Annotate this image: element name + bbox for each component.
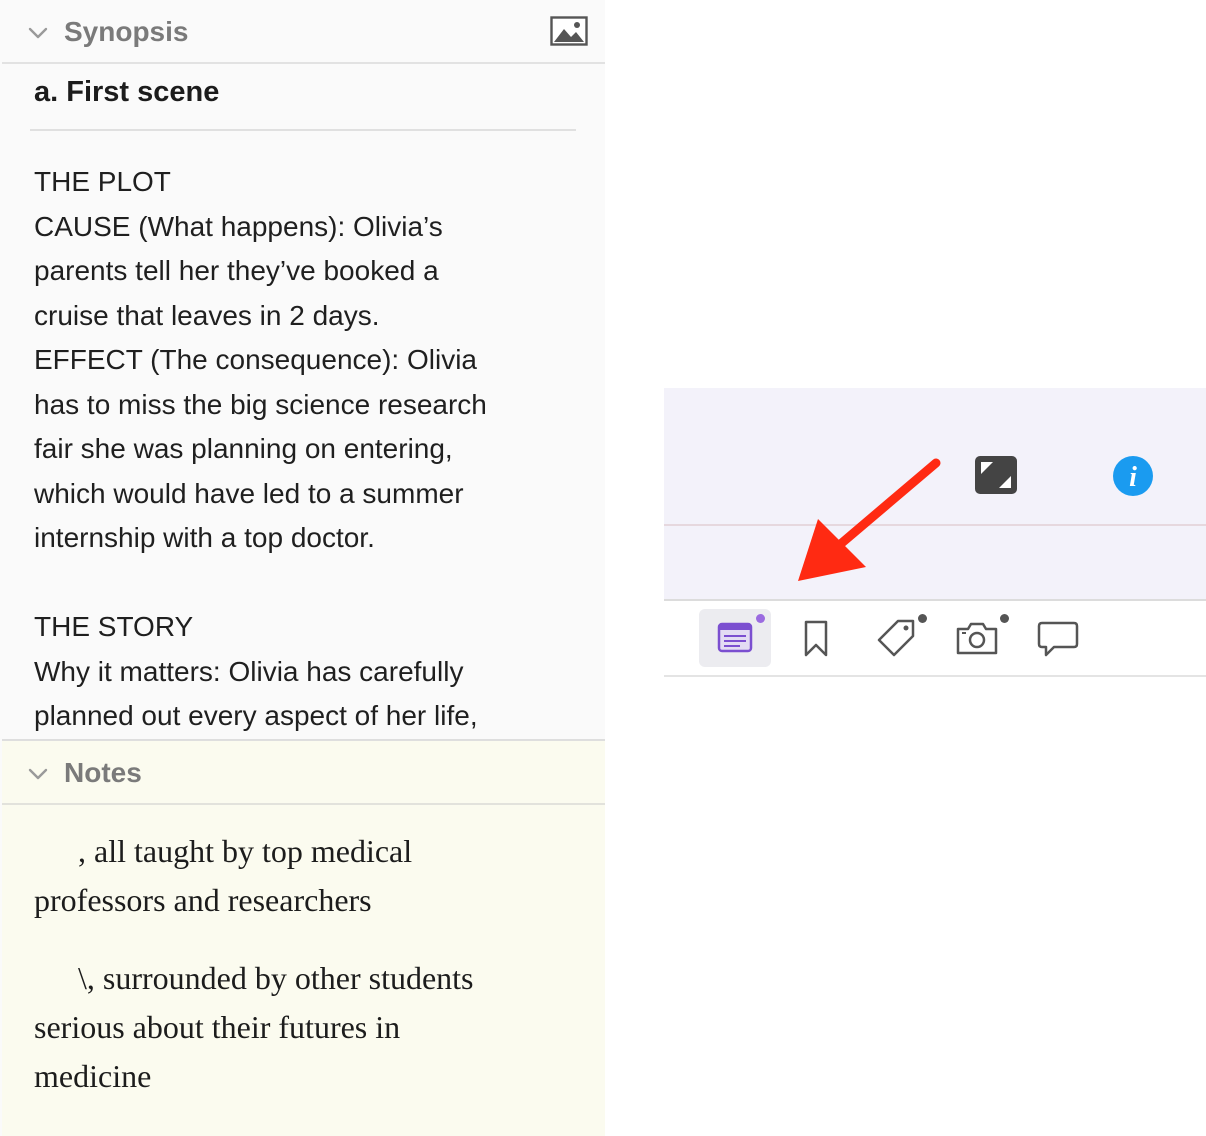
synopsis-line: THE PLOT	[34, 166, 171, 197]
tab-snapshots[interactable]	[941, 609, 1013, 667]
notes-line: medicine	[34, 1058, 152, 1094]
synopsis-line: cruise that leaves in 2 days.	[34, 299, 380, 331]
synopsis-text[interactable]: THE PLOT CAUSE (What happens): Olivia’s pa…	[34, 160, 594, 739]
synopsis-line: which would have led to a summer	[34, 477, 464, 509]
indicator-dot	[756, 614, 765, 623]
chevron-down-icon[interactable]	[27, 22, 49, 44]
synopsis-line: Why it matters: Olivia has carefully	[34, 655, 464, 687]
synopsis-line: internship with a top doctor.	[34, 522, 375, 553]
notes-section: Notes , all taught by top medical profess…	[2, 739, 605, 1136]
notes-paragraph: , all taught by top medical professors an…	[34, 827, 594, 925]
tab-comments[interactable]	[1022, 609, 1094, 667]
tab-synopsis[interactable]	[699, 609, 771, 667]
bookmark-icon	[804, 620, 828, 657]
notes-line: serious about their futures in	[34, 1009, 401, 1045]
svg-text:i: i	[1129, 462, 1137, 493]
notes-line: professors and researchers	[34, 882, 372, 918]
synopsis-line: EFFECT (The consequence): Olivia	[34, 344, 477, 375]
notes-paragraph: \, surrounded by other students serious a…	[34, 954, 594, 1101]
synopsis-label: Synopsis	[64, 16, 189, 47]
synopsis-line: planned out every aspect of her life,	[34, 700, 478, 731]
indicator-dot	[1000, 614, 1009, 623]
synopsis-line: has to miss the big science research	[34, 388, 487, 420]
image-icon[interactable]	[550, 16, 588, 46]
scene-title[interactable]: a. First scene	[34, 76, 219, 109]
comment-icon	[1037, 621, 1079, 657]
synopsis-line: fair she was planning on entering,	[34, 433, 453, 464]
notes-section-header[interactable]: Notes	[2, 739, 605, 805]
fullscreen-icon[interactable]	[975, 456, 1017, 494]
synopsis-section-header[interactable]: Synopsis	[2, 0, 605, 64]
synopsis-line: THE STORY	[34, 611, 194, 642]
chevron-down-icon[interactable]	[27, 763, 49, 785]
title-divider	[30, 129, 576, 131]
info-icon[interactable]: i	[1112, 455, 1154, 497]
tab-bookmarks[interactable]	[780, 609, 852, 667]
inspector-tab-bar	[664, 601, 1206, 677]
synopsis-line: CAUSE (What happens): Olivia’s	[34, 210, 443, 242]
notes-line: , all taught by top medical	[78, 833, 413, 869]
inspector-panel: Synopsis a. First scene THE PLOT CAUSE (W…	[0, 0, 605, 1136]
notes-line: \, surrounded by other students	[78, 960, 474, 996]
indicator-dot	[918, 614, 927, 623]
synopsis-line: parents tell her they’ve booked a	[34, 255, 439, 286]
annotation-arrow-icon	[798, 458, 941, 581]
notes-label: Notes	[64, 757, 142, 788]
notes-text[interactable]: , all taught by top medical professors an…	[34, 827, 594, 1101]
tab-metadata[interactable]	[861, 609, 933, 667]
